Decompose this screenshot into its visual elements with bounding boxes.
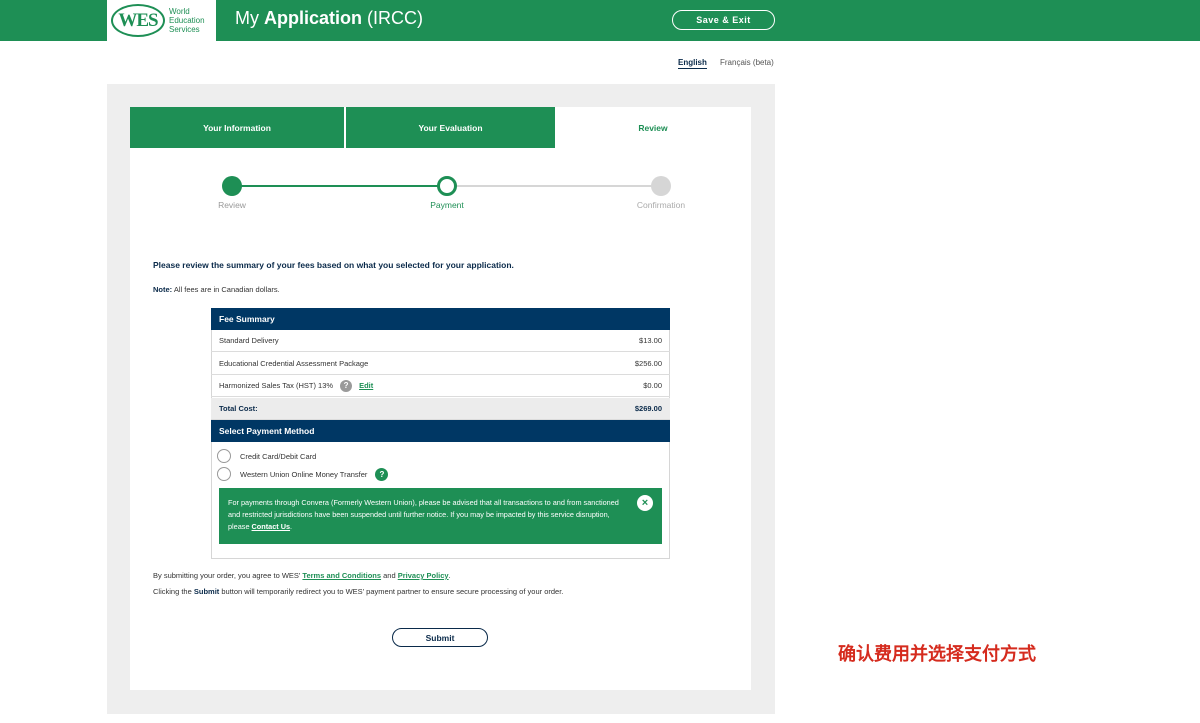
- notice-end: .: [290, 522, 293, 531]
- fee-row: Standard Delivery $13.00: [211, 330, 670, 352]
- redirect-post: button will temporarily redirect you to …: [219, 587, 564, 596]
- progress-line-complete: [232, 185, 447, 187]
- question-icon[interactable]: ?: [340, 379, 353, 392]
- review-intro: Please review the summary of your fees b…: [153, 260, 514, 270]
- payment-method-header: Select Payment Method: [211, 420, 670, 442]
- step-review-label: Review: [218, 200, 246, 210]
- step-confirmation-dot: [651, 176, 671, 196]
- total-label: Total Cost:: [219, 404, 258, 413]
- agree-pre: By submitting your order, you agree to W…: [153, 571, 303, 580]
- redirect-bold: Submit: [193, 587, 220, 596]
- language-english-link[interactable]: English: [678, 58, 707, 69]
- top-header: WES World Education Services My Applicat…: [0, 0, 1200, 41]
- payment-option-card[interactable]: Credit Card/Debit Card: [217, 449, 316, 463]
- payment-option-western-union[interactable]: Western Union Online Money Transfer ?: [217, 467, 389, 481]
- fee-row: Educational Credential Assessment Packag…: [211, 353, 670, 375]
- progress-line-upcoming: [447, 185, 661, 187]
- tab-your-evaluation[interactable]: Your Evaluation: [346, 107, 555, 148]
- question-icon[interactable]: ?: [375, 467, 389, 481]
- terms-agreement-text: By submitting your order, you agree to W…: [153, 571, 451, 580]
- logo-mark: WES: [111, 4, 165, 37]
- step-confirmation-label: Confirmation: [636, 200, 686, 210]
- fee-amount: $13.00: [639, 336, 662, 345]
- redirect-pre: Clicking the: [153, 587, 194, 596]
- total-cost-row: Total Cost: $269.00: [211, 398, 670, 420]
- payment-option-label[interactable]: Western Union Online Money Transfer: [240, 470, 367, 479]
- fee-label: Standard Delivery: [219, 336, 279, 345]
- agree-mid: and: [381, 571, 398, 580]
- step-review-dot: [222, 176, 242, 196]
- payment-option-label[interactable]: Credit Card/Debit Card: [240, 452, 316, 461]
- agree-end: .: [448, 571, 451, 580]
- language-french-link[interactable]: Français (beta): [720, 58, 774, 67]
- convera-notice: For payments through Convera (Formerly W…: [219, 488, 662, 544]
- annotation-caption: 确认费用并选择支付方式: [838, 644, 1036, 664]
- fee-label: Educational Credential Assessment Packag…: [219, 359, 369, 368]
- close-icon[interactable]: ×: [637, 495, 653, 511]
- title-prefix: My: [235, 8, 264, 28]
- step-payment-dot: [437, 176, 457, 196]
- card-radio[interactable]: [217, 449, 231, 463]
- submit-button[interactable]: Submit: [392, 628, 488, 647]
- note-text: All fees are in Canadian dollars.: [172, 285, 280, 294]
- logo-text: World Education Services: [169, 7, 205, 34]
- title-bold: Application: [264, 8, 362, 28]
- privacy-link[interactable]: Privacy Policy: [398, 571, 449, 580]
- terms-link[interactable]: Terms and Conditions: [302, 571, 381, 580]
- total-amount: $269.00: [634, 404, 662, 413]
- fee-amount: $256.00: [634, 359, 662, 368]
- save-exit-button[interactable]: Save & Exit: [672, 10, 775, 30]
- step-payment-label: Payment: [430, 200, 464, 210]
- tab-your-information[interactable]: Your Information: [130, 107, 344, 148]
- redirect-notice: Clicking the Submit button will temporar…: [153, 587, 563, 596]
- fee-row-hst: Harmonized Sales Tax (HST) 13% ? Edit $0…: [211, 375, 670, 397]
- wes-logo[interactable]: WES World Education Services: [107, 0, 216, 41]
- title-suffix: (IRCC): [362, 8, 423, 28]
- edit-hst-link[interactable]: Edit: [359, 381, 373, 390]
- fee-amount: $0.00: [643, 381, 662, 390]
- page-title: My Application (IRCC): [235, 8, 423, 29]
- contact-us-link[interactable]: Contact Us: [252, 522, 291, 531]
- fee-label: Harmonized Sales Tax (HST) 13%: [219, 381, 334, 390]
- currency-note: Note: All fees are in Canadian dollars.: [153, 285, 280, 294]
- tab-review[interactable]: Review: [555, 107, 751, 148]
- note-label: Note:: [153, 285, 173, 294]
- fee-summary-header: Fee Summary: [211, 308, 670, 330]
- western-union-radio[interactable]: [217, 467, 231, 481]
